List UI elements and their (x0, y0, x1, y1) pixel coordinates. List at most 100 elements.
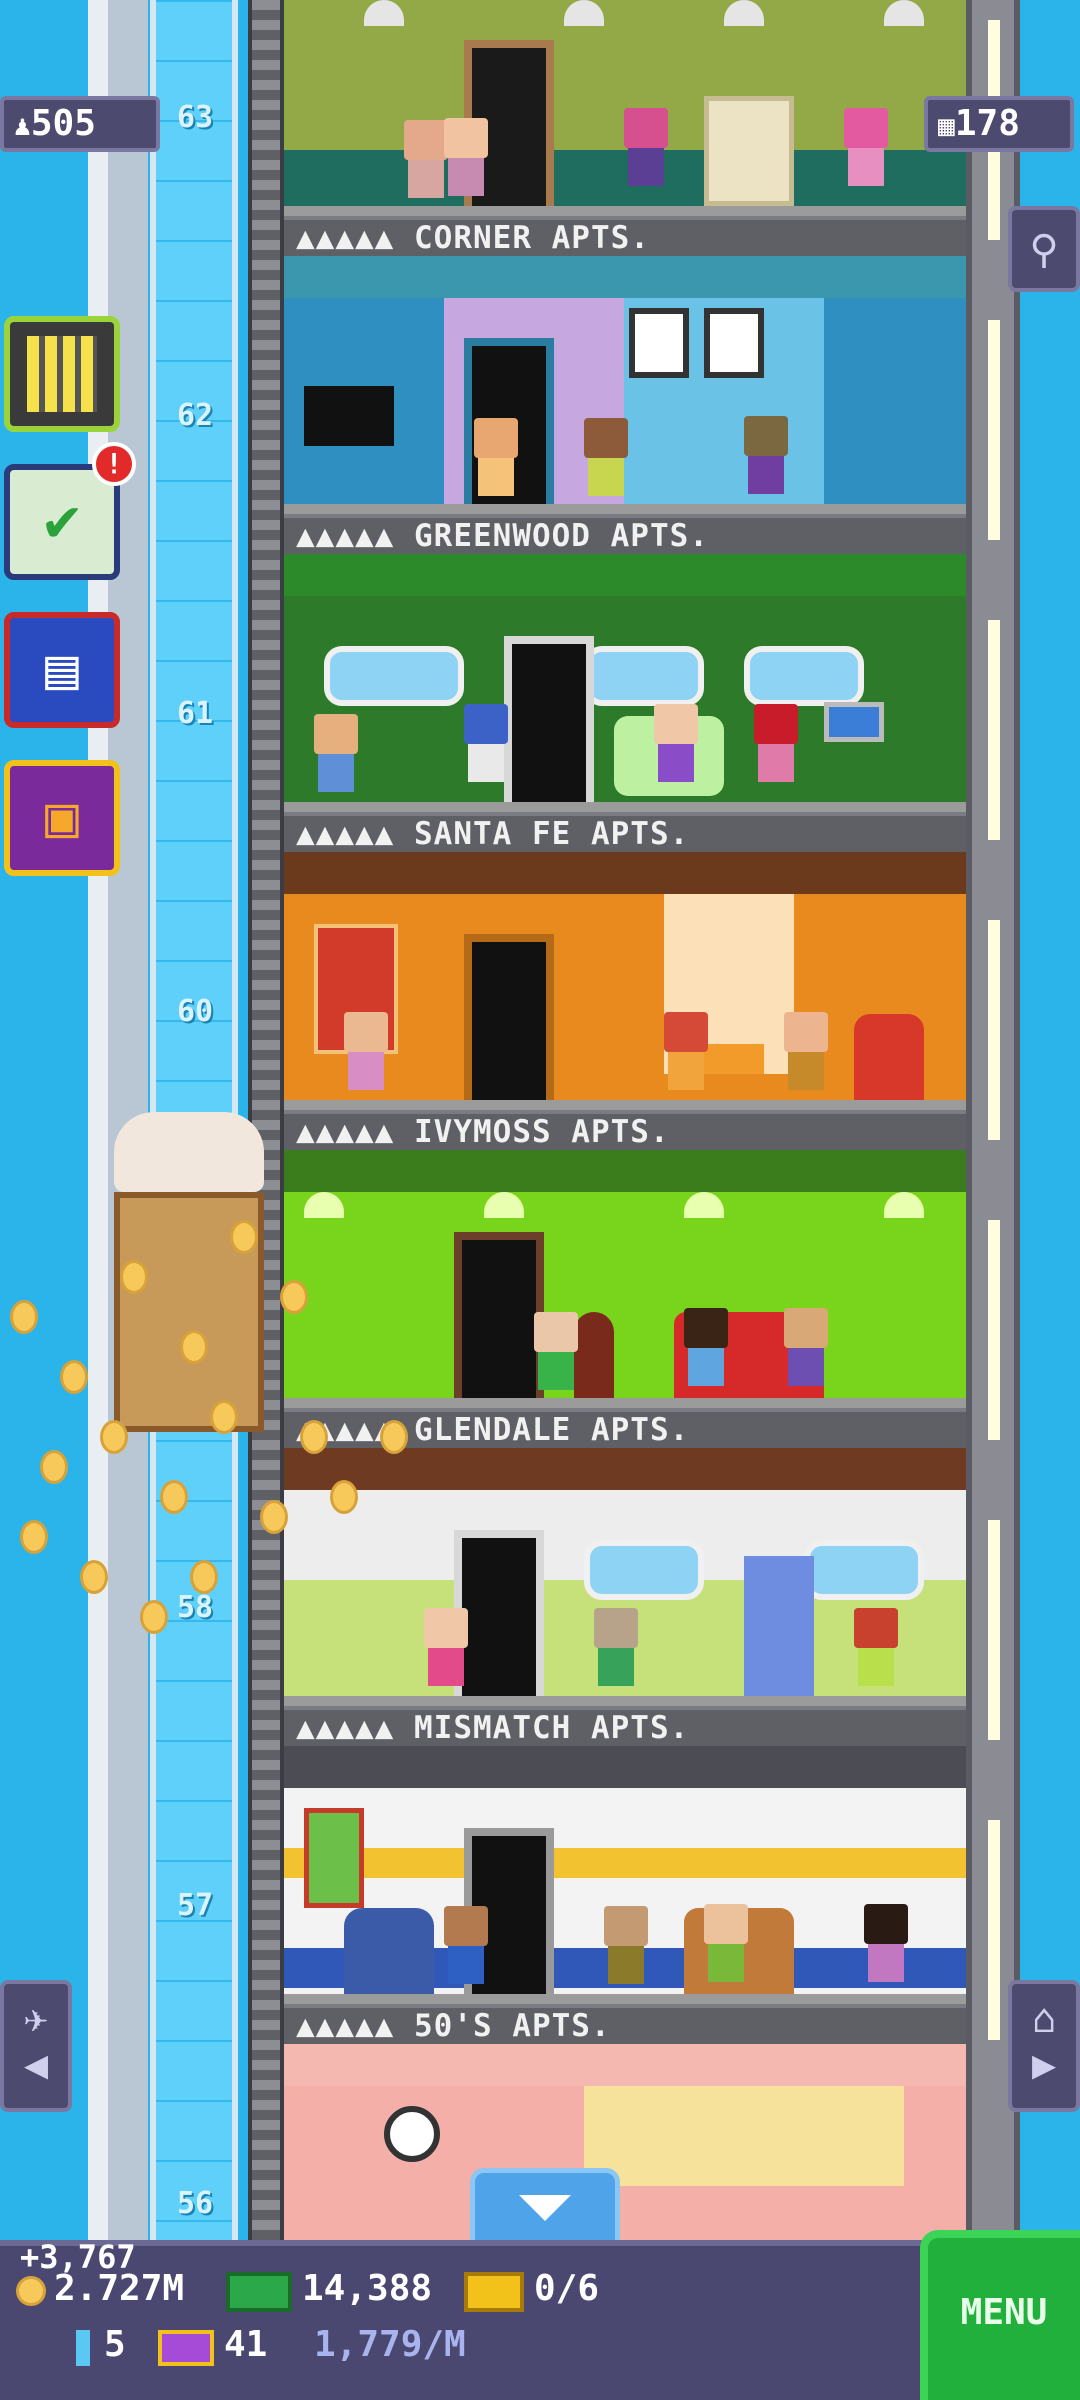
resident[interactable] (604, 1906, 648, 1984)
resident[interactable] (314, 714, 358, 792)
floor-nameplate: ▲▲▲▲▲ MISMATCH APTS. (284, 1706, 966, 1746)
window (584, 1540, 704, 1600)
computer (824, 702, 884, 742)
ceiling-lamp (564, 0, 604, 26)
room-interior (284, 596, 966, 808)
population-counter[interactable]: ♟505 (0, 96, 160, 152)
floor-56[interactable] (284, 2086, 966, 2240)
coin-icon (180, 1330, 208, 1364)
floor-greenwood-apts[interactable]: ▲▲▲▲▲ GREENWOOD APTS. (284, 298, 966, 596)
room-interior (284, 0, 966, 212)
resident[interactable] (654, 704, 698, 782)
resident[interactable] (424, 1608, 468, 1686)
floor-stars: ▲▲▲▲▲ (296, 518, 395, 554)
resident[interactable] (344, 1012, 388, 1090)
floor-ledge (284, 1696, 966, 1706)
coin-icon (120, 1260, 148, 1294)
bux-icon (226, 2272, 292, 2312)
floor-stars: ▲▲▲▲▲ (296, 1710, 395, 1746)
resident[interactable] (864, 1904, 908, 1982)
resident[interactable] (594, 1608, 638, 1686)
checkmark-icon: ✔ (43, 485, 81, 555)
population-value: 505 (30, 103, 96, 144)
coin-icon (16, 2276, 46, 2306)
gift-button[interactable]: ▣ (4, 760, 120, 876)
resident[interactable] (784, 1012, 828, 1090)
coin-icon (80, 1560, 108, 1594)
resident[interactable] (404, 120, 448, 198)
clock-icon (384, 2106, 440, 2162)
cake-top (114, 1112, 264, 1192)
coin-icon (100, 1420, 128, 1454)
room-interior (284, 1490, 966, 1702)
kitchen-cabinets (584, 2086, 904, 2186)
magnifier-icon: ⚲ (1029, 227, 1059, 273)
resident[interactable] (854, 1608, 898, 1686)
resident[interactable] (684, 1308, 728, 1386)
window (324, 646, 464, 706)
ruler-number: 61 (176, 696, 214, 731)
floor-counter[interactable]: ▦178 (924, 96, 1074, 152)
window (584, 646, 704, 706)
left-arrow-icon: ◀ (23, 2042, 49, 2088)
resident[interactable] (464, 704, 508, 782)
prev-floor-button[interactable]: ✈ ◀ (0, 1980, 72, 2112)
coin-icon (260, 1500, 288, 1534)
coin-icon (140, 1600, 168, 1634)
picture-frame (629, 308, 689, 378)
ceiling-lamp (884, 0, 924, 26)
room-interior (284, 1788, 966, 2000)
home-icon: ⌂ (1031, 1996, 1057, 2042)
floor-mismatch-apts[interactable]: ▲▲▲▲▲ MISMATCH APTS. (284, 1490, 966, 1788)
floor-stars: ▲▲▲▲▲ (296, 220, 395, 256)
resident[interactable] (444, 1906, 488, 1984)
resident[interactable] (584, 418, 628, 496)
floor-ledge (284, 1398, 966, 1408)
build-menu-button[interactable] (4, 316, 120, 432)
shaft-light (988, 1820, 1000, 2040)
resident[interactable] (844, 108, 888, 186)
lobby-button[interactable]: ⌂ ▶ (1008, 1980, 1080, 2112)
menu-button[interactable]: MENU (920, 2230, 1080, 2400)
coin-icon (330, 1480, 358, 1514)
coin-icon (60, 1360, 88, 1394)
resident[interactable] (744, 416, 788, 494)
resident[interactable] (444, 118, 488, 196)
floor-50s-apts[interactable]: ▲▲▲▲▲ 50'S APTS. (284, 1788, 966, 2086)
gift-icon: ▣ (45, 785, 79, 850)
floor-ivymoss-apts[interactable]: ▲▲▲▲▲ IVYMOSS APTS. (284, 894, 966, 1192)
floor-name: SANTA FE APTS. (414, 816, 690, 852)
coin-icon (300, 1420, 328, 1454)
golden-tickets-value: 41 (224, 2324, 268, 2365)
shaft-light (988, 620, 1000, 840)
resident[interactable] (624, 108, 668, 186)
right-arrow-icon: ▶ (1031, 2042, 1057, 2088)
bux-value: 14,388 (302, 2268, 433, 2309)
door (464, 934, 554, 1100)
scroll-down-button[interactable] (470, 2168, 620, 2248)
resident[interactable] (704, 1904, 748, 1982)
floor-name: CORNER APTS. (414, 220, 650, 256)
floor-nameplate: ▲▲▲▲▲ SANTA FE APTS. (284, 812, 966, 852)
floor-name: GLENDALE APTS. (414, 1412, 690, 1448)
coins-value: 2.727M (54, 2268, 185, 2309)
floor-santa-fe-apts[interactable]: ▲▲▲▲▲ SANTA FE APTS. (284, 596, 966, 894)
resident[interactable] (754, 704, 798, 782)
missions-alert-badge: ! (92, 442, 136, 486)
floor-beam (284, 1746, 966, 1788)
resident[interactable] (784, 1308, 828, 1386)
resident[interactable] (534, 1312, 578, 1390)
calendar-button[interactable]: ▤ (4, 612, 120, 728)
income-rate: 1,779/M (314, 2324, 466, 2365)
building-grid-icon (27, 336, 97, 412)
coin-icon (190, 1560, 218, 1594)
search-button[interactable]: ⚲ (1008, 206, 1080, 292)
floor-ledge (284, 206, 966, 216)
ruler-number: 57 (176, 1888, 214, 1923)
floor-ledge (284, 504, 966, 514)
resident[interactable] (664, 1012, 708, 1090)
armchair (344, 1908, 434, 1994)
resident[interactable] (474, 418, 518, 496)
floor-corner-apts[interactable]: ▲▲▲▲▲ CORNER APTS. (284, 0, 966, 298)
floor-name: 50'S APTS. (414, 2008, 611, 2044)
